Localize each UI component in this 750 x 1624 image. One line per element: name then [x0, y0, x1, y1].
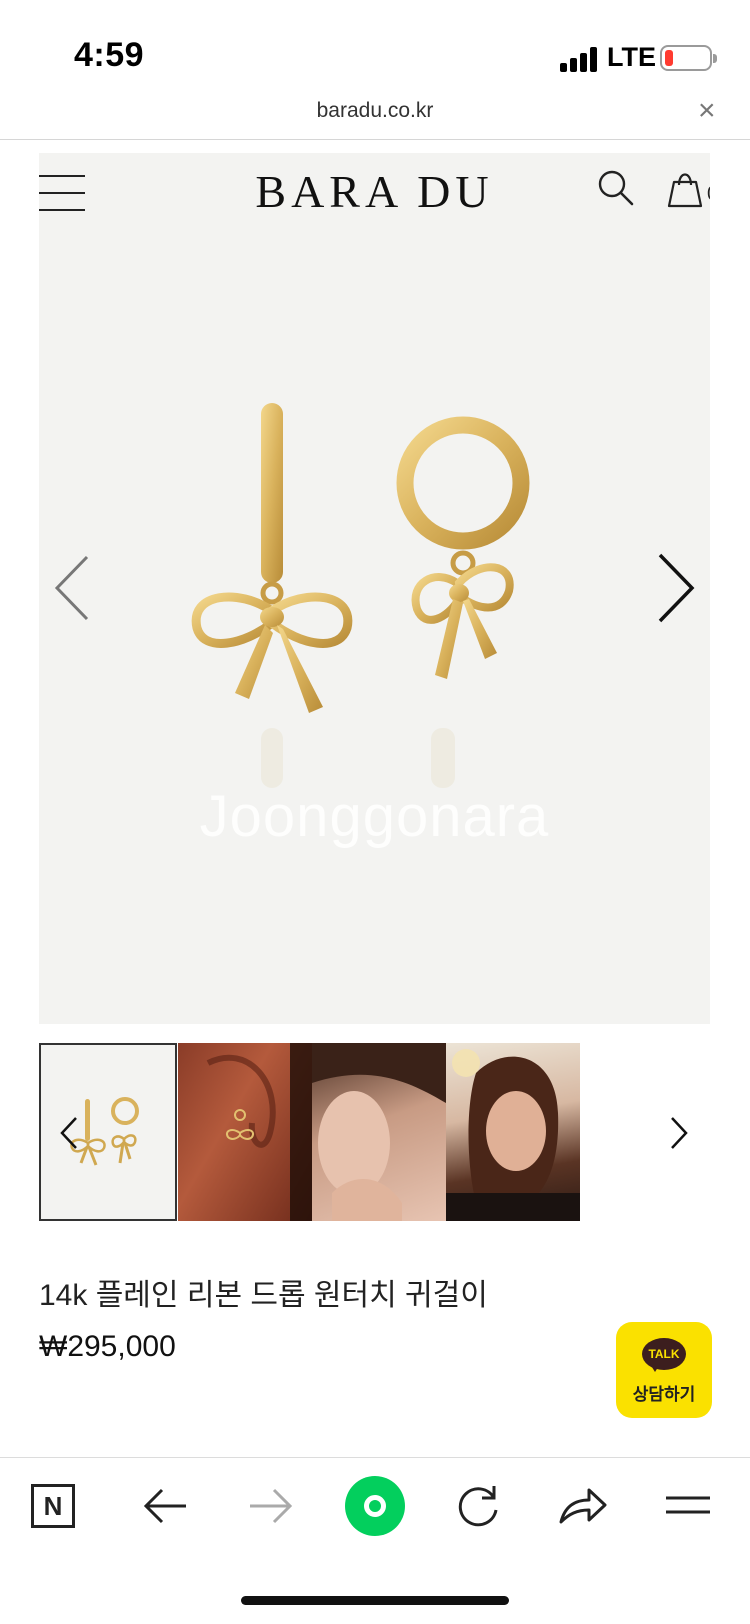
home-indicator [241, 1596, 509, 1605]
kakao-talk-label: 상담하기 [632, 1385, 696, 1404]
signal-icon [560, 46, 600, 72]
thumbnail-portrait-image [446, 1049, 580, 1221]
thumbnail-image[interactable] [312, 1043, 446, 1221]
home-icon[interactable] [345, 1476, 405, 1536]
network-label: LTE [607, 42, 656, 72]
menu-icon[interactable] [658, 1476, 718, 1536]
thumbnail-model-image [312, 1043, 446, 1221]
chevron-left-icon[interactable] [59, 1115, 79, 1151]
product-name: 14k 플레인 리본 드롭 원터치 귀걸이 [39, 1279, 488, 1312]
chevron-right-icon[interactable] [669, 1115, 689, 1151]
thumbnail-image[interactable] [178, 1043, 312, 1221]
product-image[interactable] [39, 383, 710, 943]
url-text[interactable]: baradu.co.kr [0, 99, 750, 123]
chevron-right-icon[interactable] [654, 551, 698, 625]
product-hero: BARA DU 0 [39, 153, 710, 1024]
cart-count: 0 [707, 183, 710, 206]
naver-n-icon[interactable]: N [31, 1484, 75, 1528]
thumbnail-strip [39, 1043, 710, 1221]
site-header: BARA DU 0 [39, 153, 710, 233]
product-price: ₩295,000 [39, 1330, 176, 1363]
forward-arrow-icon[interactable] [240, 1476, 300, 1536]
refresh-icon[interactable] [448, 1476, 508, 1536]
battery-icon [660, 45, 717, 71]
back-arrow-icon[interactable] [136, 1476, 196, 1536]
share-icon[interactable] [553, 1476, 613, 1536]
shopping-bag-icon[interactable] [665, 169, 705, 209]
status-bar: 4:59 LTE [0, 0, 750, 100]
browser-toolbar: N [0, 1457, 750, 1577]
url-bar[interactable]: baradu.co.kr × [0, 95, 750, 140]
search-icon[interactable] [596, 168, 636, 208]
kakao-talk-badge: TALK [648, 1347, 680, 1361]
chevron-left-icon[interactable] [53, 553, 93, 623]
kakao-talk-button[interactable]: TALK 상담하기 [616, 1322, 712, 1418]
thumbnail-ear-image [206, 1043, 312, 1221]
status-time: 4:59 [74, 36, 145, 74]
thumbnail-image[interactable] [446, 1043, 580, 1221]
watermark: Joonggonara [199, 784, 550, 849]
close-icon[interactable]: × [698, 95, 716, 127]
